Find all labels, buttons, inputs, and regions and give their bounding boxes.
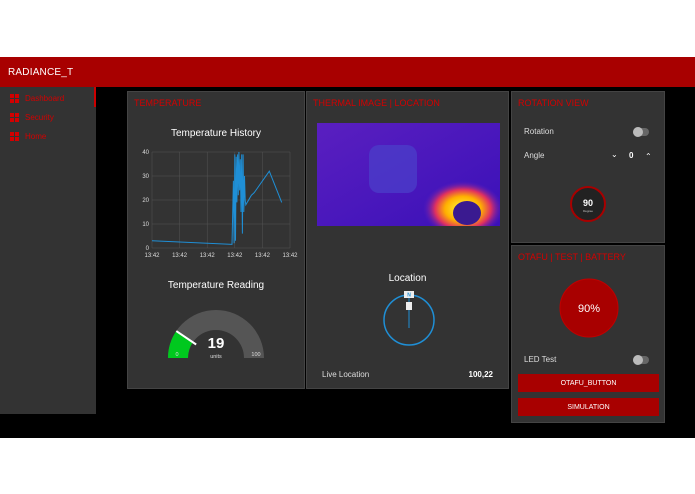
y-tick-label: 10 [142, 222, 149, 228]
card-title: TEMPERATURE [134, 98, 202, 108]
live-location-value: 100,22 [468, 370, 493, 379]
sidebar-item-label: Security [25, 112, 54, 122]
card-title: THERMAL IMAGE | LOCATION [313, 98, 440, 108]
active-indicator [94, 87, 96, 107]
thermal-hotspot-core [453, 201, 481, 225]
thermal-region [369, 145, 417, 193]
live-location-label: Live Location [322, 370, 370, 379]
card-title: ROTATION VIEW [518, 98, 589, 108]
x-tick-label: 13:42 [255, 253, 271, 259]
dashboard-icon [10, 131, 19, 141]
dashboard-icon [10, 93, 19, 103]
sidebar-item-label: Dashboard [25, 93, 65, 103]
otafu-battery-card: OTAFU | TEST | BATTERY 90% LED Test OTAF… [511, 245, 665, 423]
x-tick-label: 13:42 [227, 253, 243, 259]
y-tick-label: 0 [146, 246, 150, 252]
temperature-gauge: 19 units 0 100 [168, 310, 264, 360]
location-compass: N [383, 291, 435, 346]
thermal-location-card: THERMAL IMAGE | LOCATION Location N Live… [306, 91, 509, 389]
card-title: OTAFU | TEST | BATTERY [518, 252, 626, 262]
toggle-knob [633, 355, 643, 365]
y-tick-label: 20 [142, 198, 149, 204]
dial-value: 90 [583, 198, 593, 208]
x-tick-label: 13:42 [200, 253, 216, 259]
rotation-label: Rotation [524, 127, 554, 136]
compass-marker [406, 302, 412, 310]
dial-units: Degree [583, 209, 593, 213]
otafu-button[interactable]: OTAFU_BUTTON [518, 374, 659, 392]
led-test-label: LED Test [524, 355, 557, 364]
sidebar: Dashboard Security Home [0, 87, 96, 414]
temperature-history-chart: 0 10 20 30 40 13:42 13:42 13:42 13:42 13:42 13:42 [142, 150, 298, 259]
gauge-value: 19 [208, 335, 225, 352]
top-app-bar: RADIANCE_T [0, 57, 695, 87]
sidebar-item-home[interactable]: Home [10, 129, 46, 143]
rotation-card: ROTATION VIEW Rotation Angle ⌄ 0 ⌃ 90 De… [511, 91, 665, 243]
toggle-knob [633, 127, 643, 137]
battery-indicator: 90% [559, 278, 619, 338]
angle-value: 0 [629, 151, 634, 160]
dashboard-app: RADIANCE_T Dashboard Security Home TEMPE… [0, 57, 695, 438]
temperature-card: TEMPERATURE Temperature History 0 10 20 30 4… [127, 91, 305, 389]
app-title: RADIANCE_T [8, 67, 74, 78]
angle-label: Angle [524, 151, 545, 160]
sidebar-item-label: Home [25, 131, 47, 141]
battery-value: 90% [578, 303, 600, 315]
location-title: Location [388, 273, 427, 284]
sidebar-item-security[interactable]: Security [10, 110, 54, 124]
angle-decrement-chevron-down-icon[interactable]: ⌄ [611, 150, 618, 159]
x-tick-label: 13:42 [172, 253, 188, 259]
thermal-image [317, 123, 500, 226]
y-tick-label: 30 [142, 174, 149, 180]
x-tick-label: 13:42 [144, 253, 160, 259]
led-test-toggle[interactable] [633, 355, 649, 365]
gauge-units: units [210, 354, 222, 360]
y-tick-label: 40 [142, 150, 149, 156]
angle-increment-chevron-up-icon[interactable]: ⌃ [645, 152, 652, 161]
x-tick-label: 13:42 [282, 253, 298, 259]
gauge-title: Temperature Reading [167, 280, 265, 291]
gauge-max: 100 [251, 352, 260, 358]
dashboard-icon [10, 112, 19, 122]
history-chart-title: Temperature History [170, 128, 262, 139]
sidebar-item-dashboard[interactable]: Dashboard [10, 91, 64, 105]
simulation-button[interactable]: SIMULATION [518, 398, 659, 416]
rotation-toggle[interactable] [633, 127, 649, 137]
rotation-dial: 90 Degree [570, 186, 606, 222]
gauge-min: 0 [175, 352, 178, 358]
compass-label: N [407, 293, 411, 299]
